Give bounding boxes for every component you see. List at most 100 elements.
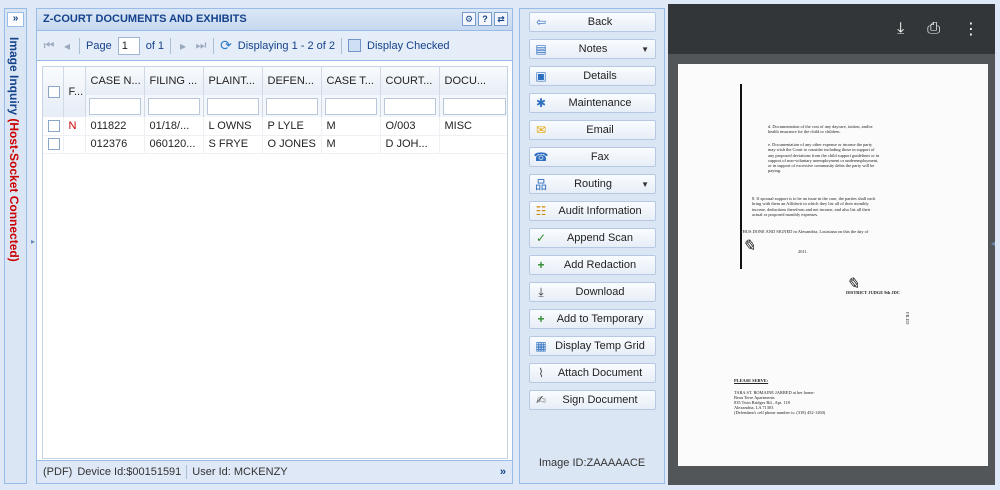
- print-icon[interactable]: ⎙: [927, 20, 940, 38]
- handwritten-date: ✎: [742, 236, 756, 255]
- row-checkbox[interactable]: [48, 138, 60, 151]
- device-id: Device Id:$00151591: [77, 466, 182, 478]
- swap-icon[interactable]: ⇄: [494, 12, 508, 26]
- column-header-case-number[interactable]: CASE N...: [85, 67, 145, 95]
- maintenance-icon: ✱: [535, 96, 547, 110]
- document-page: d. Documentation of the cost of any dayc…: [678, 64, 988, 466]
- select-all-header[interactable]: [43, 67, 64, 117]
- documents-panel: Z-COURT DOCUMENTS AND EXHIBITS ⚙ ? ⇄ ⏮ ◂…: [36, 8, 513, 484]
- table-row[interactable]: N 011822 01/18/... L OWNS P LYLE M O/003…: [43, 117, 507, 136]
- add-to-temporary-button[interactable]: + Add to Temporary: [529, 309, 656, 329]
- table-row[interactable]: 012376 060120... S FRYE O JONES M D JOH.…: [43, 135, 507, 154]
- next-page-icon[interactable]: ▸: [177, 39, 189, 53]
- sign-document-button[interactable]: ✍ Sign Document: [529, 390, 656, 410]
- expand-panel-button[interactable]: »: [7, 12, 24, 27]
- column-header-case-type[interactable]: CASE T...: [321, 67, 381, 95]
- prev-page-icon[interactable]: ◂: [61, 39, 73, 53]
- status-bar: (PDF) Device Id:$00151591 User Id: MCKEN…: [37, 460, 512, 483]
- page-text-item-d: d. Documentation of the cost of any dayc…: [768, 124, 873, 135]
- filter-case-number[interactable]: [85, 95, 145, 117]
- gear-icon[interactable]: ⚙: [462, 12, 476, 26]
- more-toolbar-button[interactable]: »: [500, 466, 506, 478]
- row-defendant: P LYLE: [262, 117, 322, 136]
- toolbar-divider: [170, 37, 172, 54]
- audit-icon: ☷: [535, 204, 547, 218]
- page-text-item-e: e. Documentation of any other expense or…: [768, 142, 880, 174]
- email-icon: ✉: [535, 123, 547, 137]
- chevron-down-icon: ▼: [641, 44, 649, 54]
- splitter-handle-left[interactable]: ▸: [31, 237, 35, 251]
- first-page-icon[interactable]: ⏮: [43, 38, 55, 53]
- displaying-count: Displaying 1 - 2 of 2: [237, 39, 336, 52]
- audit-information-button[interactable]: ☷ Audit Information: [529, 201, 656, 221]
- refresh-icon[interactable]: ⟳: [220, 37, 232, 54]
- signed-line-day: day of: [857, 229, 869, 234]
- toolbar-divider: [79, 37, 80, 54]
- filter-case-type[interactable]: [321, 95, 381, 117]
- display-checked-label: Display Checked: [367, 39, 450, 52]
- attach-document-button[interactable]: ⌇ Attach Document: [529, 363, 656, 383]
- filter-filing-date[interactable]: [144, 95, 204, 117]
- documents-grid: F... CASE N... FILING ... PLAINT... DEFE…: [42, 66, 508, 459]
- last-page-icon[interactable]: ⏭: [195, 38, 207, 53]
- display-temp-grid-button[interactable]: ▦ Display Temp Grid: [529, 336, 656, 356]
- download-button[interactable]: ⤓ Download: [529, 282, 656, 302]
- notes-button[interactable]: ▤ Notes ▼: [529, 39, 656, 59]
- column-header-filing-date[interactable]: FILING ...: [144, 67, 204, 95]
- append-scan-icon: ✓: [535, 231, 547, 245]
- row-plaintiff: S FRYE: [203, 135, 263, 154]
- filing-stamp: FILED: [905, 312, 910, 325]
- row-checkbox[interactable]: [48, 119, 60, 132]
- add-redaction-icon: +: [537, 258, 545, 272]
- grid-header-row: F... CASE N... FILING ... PLAINT... DEFE…: [43, 67, 507, 117]
- row-defendant: O JONES: [262, 135, 322, 154]
- image-id: Image ID:ZAAAAACE: [538, 457, 646, 469]
- viewer-toolbar: ⤓ ⎙ ⋮: [668, 4, 995, 54]
- select-all-checkbox[interactable]: [48, 86, 60, 99]
- more-vert-icon[interactable]: ⋮: [963, 19, 979, 39]
- fax-icon: ☎: [533, 150, 549, 164]
- column-header-plaintiff[interactable]: PLAINT...: [203, 67, 263, 95]
- actions-panel: ⇦ Back ▤ Notes ▼ ▣ Details ✱ Maintenance ✉ Ema…: [519, 8, 665, 484]
- paperclip-icon: ⌇: [538, 366, 544, 380]
- row-document: MISC: [439, 117, 507, 136]
- add-redaction-button[interactable]: + Add Redaction: [529, 255, 656, 275]
- download-icon[interactable]: ⤓: [897, 20, 904, 38]
- row-court: O/003: [380, 117, 440, 136]
- page-count: of 1: [145, 39, 165, 52]
- filter-document[interactable]: [439, 95, 507, 117]
- routing-button[interactable]: 品 Routing ▼: [529, 174, 656, 194]
- column-header-flag[interactable]: F...: [63, 67, 86, 117]
- panel-title: Z-COURT DOCUMENTS AND EXHIBITS: [43, 13, 247, 25]
- serve-line: (Defendant's cell phone number is: (318)…: [734, 410, 826, 415]
- status-divider: [186, 465, 188, 479]
- display-checked-checkbox[interactable]: [348, 39, 362, 52]
- filter-court[interactable]: [380, 95, 440, 117]
- splitter-handle-right[interactable]: ◂: [991, 239, 995, 257]
- panel-title-label: Image Inquiry: [7, 37, 21, 116]
- back-button[interactable]: ⇦ Back: [529, 12, 656, 32]
- fax-button[interactable]: ☎ Fax: [529, 147, 656, 167]
- user-id: User Id: MCKENZY: [192, 466, 288, 478]
- column-header-document[interactable]: DOCU...: [439, 67, 507, 95]
- filter-plaintiff[interactable]: [203, 95, 263, 117]
- paging-toolbar: ⏮ ◂ Page of 1 ▸ ⏭ ⟳ Displaying 1 - 2 of …: [37, 31, 512, 61]
- connection-status: (Host-Socket Connected): [7, 118, 21, 262]
- filter-defendant[interactable]: [262, 95, 322, 117]
- column-header-defendant[interactable]: DEFEN...: [262, 67, 322, 95]
- column-header-court[interactable]: COURT...: [380, 67, 440, 95]
- help-icon[interactable]: ?: [478, 12, 492, 26]
- details-button[interactable]: ▣ Details: [529, 66, 656, 86]
- page-number-input[interactable]: [117, 36, 140, 55]
- maintenance-button[interactable]: ✱ Maintenance: [529, 93, 656, 113]
- back-arrow-icon: ⇦: [535, 15, 547, 29]
- row-filing-date: 060120...: [144, 135, 204, 154]
- add-temporary-icon: +: [537, 312, 545, 326]
- page-text-spousal-support: 8. If spousal support is to be an issue …: [752, 196, 876, 217]
- notes-icon: ▤: [535, 42, 547, 56]
- append-scan-button[interactable]: ✓ Append Scan: [529, 228, 656, 248]
- page-label: Page: [86, 39, 112, 52]
- page-text-signed: THUS DONE AND SIGNED in Alexandria, Loui…: [740, 229, 880, 234]
- email-button[interactable]: ✉ Email: [529, 120, 656, 140]
- row-document: [439, 135, 507, 154]
